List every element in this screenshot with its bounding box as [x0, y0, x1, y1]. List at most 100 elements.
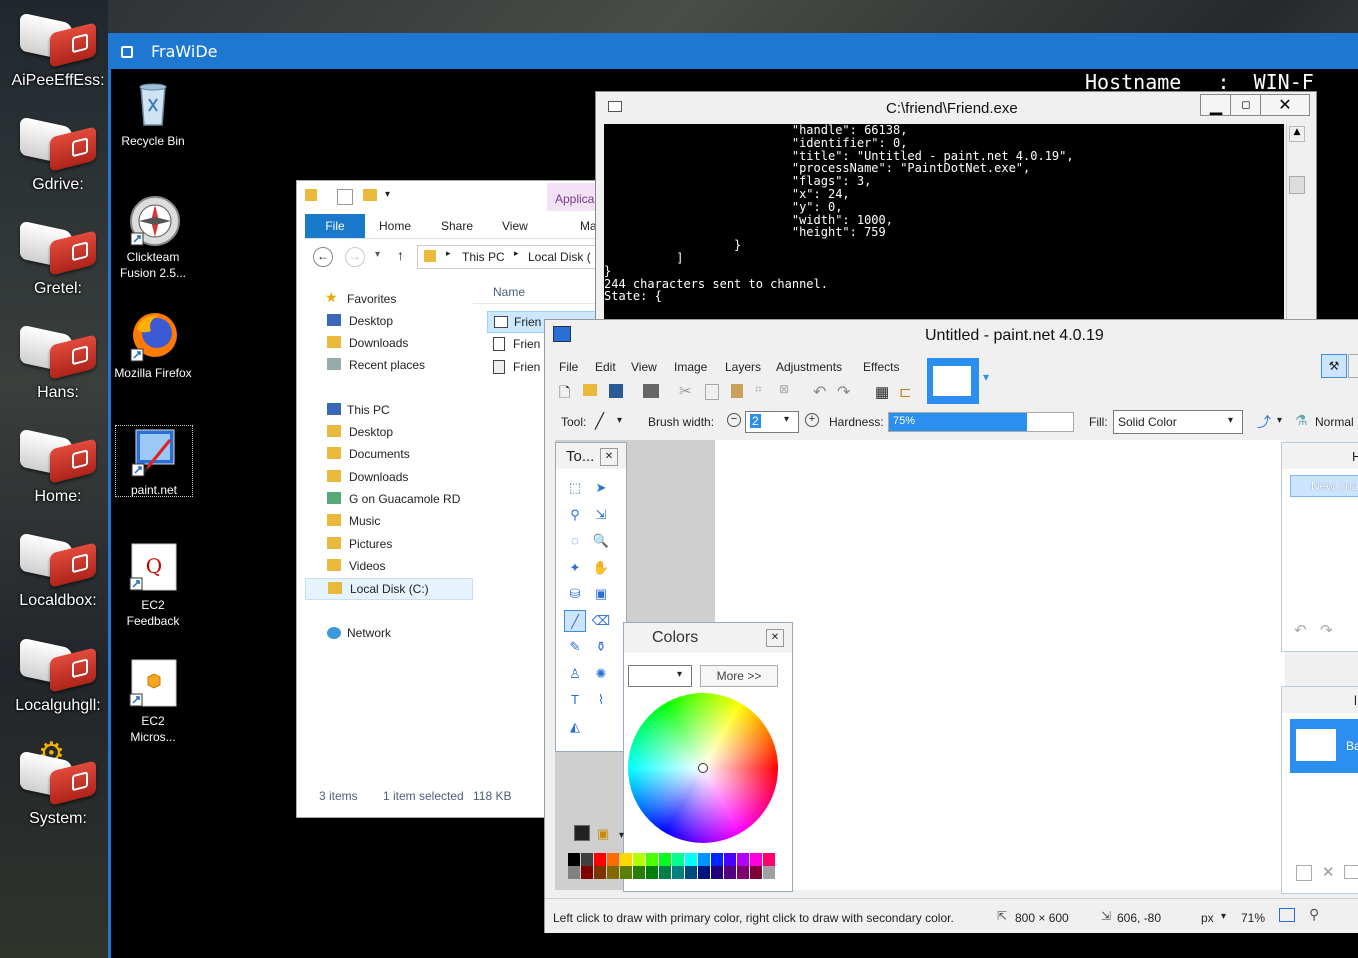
blend-mode-icon[interactable]: ⚗	[1295, 412, 1308, 429]
nav-favorites-item[interactable]: Recent places	[327, 355, 425, 375]
decrease-width-icon[interactable]: −	[727, 413, 741, 427]
paint-bucket-icon[interactable]: ⛁	[564, 583, 586, 605]
redo-icon[interactable]: ↷	[1320, 621, 1333, 639]
palette-swatch[interactable]	[568, 853, 580, 866]
lasso-select-icon[interactable]: ⚲	[564, 504, 586, 526]
nav-this-pc-item[interactable]: Desktop	[327, 422, 393, 442]
crop-icon[interactable]: ⌗	[755, 382, 777, 404]
up-button[interactable]: ↑	[397, 247, 404, 263]
palette-swatch[interactable]	[698, 853, 710, 866]
tools-toggle-icon[interactable]: ⚒	[1321, 354, 1347, 378]
menu-image[interactable]: Image	[674, 358, 707, 376]
console-scrollbar[interactable]: ▲	[1286, 124, 1305, 320]
frawide-titlebar[interactable]: FraWiDe	[111, 33, 1358, 69]
nav-this-pc-item[interactable]: Documents	[327, 444, 410, 464]
menu-effects[interactable]: Effects	[863, 358, 899, 376]
tab-file[interactable]: File	[305, 214, 365, 238]
desktop-icon-paintnet[interactable]: paint.net	[115, 425, 193, 497]
breadcrumb-this-pc[interactable]: This PC	[462, 250, 505, 264]
drive-icon-item[interactable]: Localguhgll:	[8, 627, 108, 731]
clone-stamp-icon[interactable]: ♙	[564, 663, 586, 685]
recent-locations-chevron-icon[interactable]: ▾	[375, 249, 380, 260]
nav-this-pc-item[interactable]: Videos	[327, 556, 385, 576]
duplicate-layer-icon[interactable]	[1344, 865, 1358, 879]
column-header-name[interactable]: Name	[473, 279, 597, 304]
palette-swatch[interactable]	[698, 866, 710, 879]
recolor-icon[interactable]: ✺	[590, 663, 612, 685]
nav-this-pc-item[interactable]: Downloads	[327, 467, 408, 487]
back-button[interactable]: ←	[313, 247, 333, 267]
new-image-icon[interactable]: 🗋	[559, 382, 581, 404]
undo-icon[interactable]: ↶	[1294, 621, 1307, 639]
delete-layer-icon[interactable]: ✕	[1322, 863, 1335, 881]
palette-swatch[interactable]	[711, 853, 723, 866]
palette-swatch[interactable]	[633, 866, 645, 879]
fill-select[interactable]: Solid Color ▾	[1113, 410, 1243, 434]
colors-panel-header[interactable]: Colors ✕	[624, 623, 792, 653]
eraser-icon[interactable]: ⌫	[590, 610, 612, 632]
move-selected-icon[interactable]: ⇲	[590, 504, 612, 526]
close-button[interactable]: ✕	[1260, 94, 1310, 116]
zoom-icon[interactable]: 🔍	[590, 530, 612, 552]
ruler-icon[interactable]: ⊏	[899, 383, 912, 401]
canvas[interactable]	[715, 440, 1285, 890]
add-layer-icon[interactable]	[1296, 865, 1312, 881]
forward-button[interactable]: →	[345, 247, 365, 267]
palette-swatch[interactable]	[620, 853, 632, 866]
chevron-down-icon[interactable]: ▾	[617, 415, 622, 426]
palette-swatch[interactable]	[607, 853, 619, 866]
menu-view[interactable]: View	[631, 358, 657, 376]
nav-favorites[interactable]: Favorites	[347, 289, 396, 309]
nav-favorites-item[interactable]: Downloads	[327, 333, 408, 353]
nav-network[interactable]: Network	[347, 623, 391, 643]
deselect-icon[interactable]: ⊠	[779, 382, 801, 404]
close-icon[interactable]: ✕	[600, 448, 618, 466]
palette-swatch[interactable]	[737, 853, 749, 866]
palette-swatch[interactable]	[724, 853, 736, 866]
history-toggle-icon[interactable]	[1348, 354, 1358, 378]
hardness-slider[interactable]: 75%	[888, 412, 1074, 432]
palette-swatch[interactable]	[620, 866, 632, 879]
palette-swatch[interactable]	[750, 853, 762, 866]
palette-swatch[interactable]	[646, 853, 658, 866]
palette-swatch[interactable]	[659, 866, 671, 879]
palette-swatch[interactable]	[659, 853, 671, 866]
breadcrumb-local-disk[interactable]: Local Disk (	[528, 250, 591, 264]
drive-icon-item[interactable]: Gdrive:	[8, 106, 108, 210]
palette-swatch[interactable]	[711, 866, 723, 879]
desktop-icon-ec2-micros[interactable]: EC2 Micros...	[113, 659, 193, 745]
pan-icon[interactable]: ✋	[590, 557, 612, 579]
nav-this-pc-item[interactable]: Local Disk (C:)	[305, 578, 473, 601]
open-icon[interactable]	[583, 384, 597, 396]
move-selection-icon[interactable]: ➤	[590, 477, 612, 499]
paintbrush-icon[interactable]: ╱	[564, 609, 586, 632]
cut-icon[interactable]: ✂	[679, 382, 701, 404]
minimize-button[interactable]: ▁	[1200, 94, 1232, 116]
palette-swatch[interactable]	[594, 866, 606, 879]
palette-swatch[interactable]	[763, 853, 775, 866]
gradient-icon[interactable]: ▣	[590, 583, 612, 605]
scroll-up-icon[interactable]: ▲	[1289, 126, 1305, 142]
ribbon-context-tab[interactable]: Applica	[547, 183, 597, 211]
palette-swatch[interactable]	[685, 866, 697, 879]
palette-swatch[interactable]	[581, 853, 593, 866]
nav-favorites-item[interactable]: Desktop	[327, 311, 393, 331]
grid-icon[interactable]: ▦	[875, 383, 889, 401]
tools-panel-header[interactable]: To... ✕	[556, 443, 626, 469]
print-icon[interactable]	[643, 384, 659, 398]
increase-width-icon[interactable]: +	[805, 413, 819, 427]
drive-icon-item[interactable]: AiPeeEffEss:	[8, 2, 108, 106]
paintbrush-icon[interactable]: ╱	[595, 412, 604, 430]
brush-width-select[interactable]: 2 ▾	[745, 411, 799, 433]
menu-adjustments[interactable]: Adjustments	[776, 358, 842, 376]
palette-swatch[interactable]	[594, 853, 606, 866]
color-mode-select[interactable]: ▾	[628, 665, 692, 687]
layer-item[interactable]: Ba	[1290, 719, 1358, 773]
menu-layers[interactable]: Layers	[725, 358, 761, 376]
color-wheel[interactable]	[628, 693, 778, 843]
color-picker-handle[interactable]	[698, 763, 708, 773]
scroll-thumb[interactable]	[1289, 176, 1305, 194]
ellipse-select-icon[interactable]: ◌	[564, 530, 586, 552]
chevron-down-icon[interactable]: ▾	[619, 830, 624, 841]
close-icon[interactable]: ✕	[766, 629, 784, 647]
